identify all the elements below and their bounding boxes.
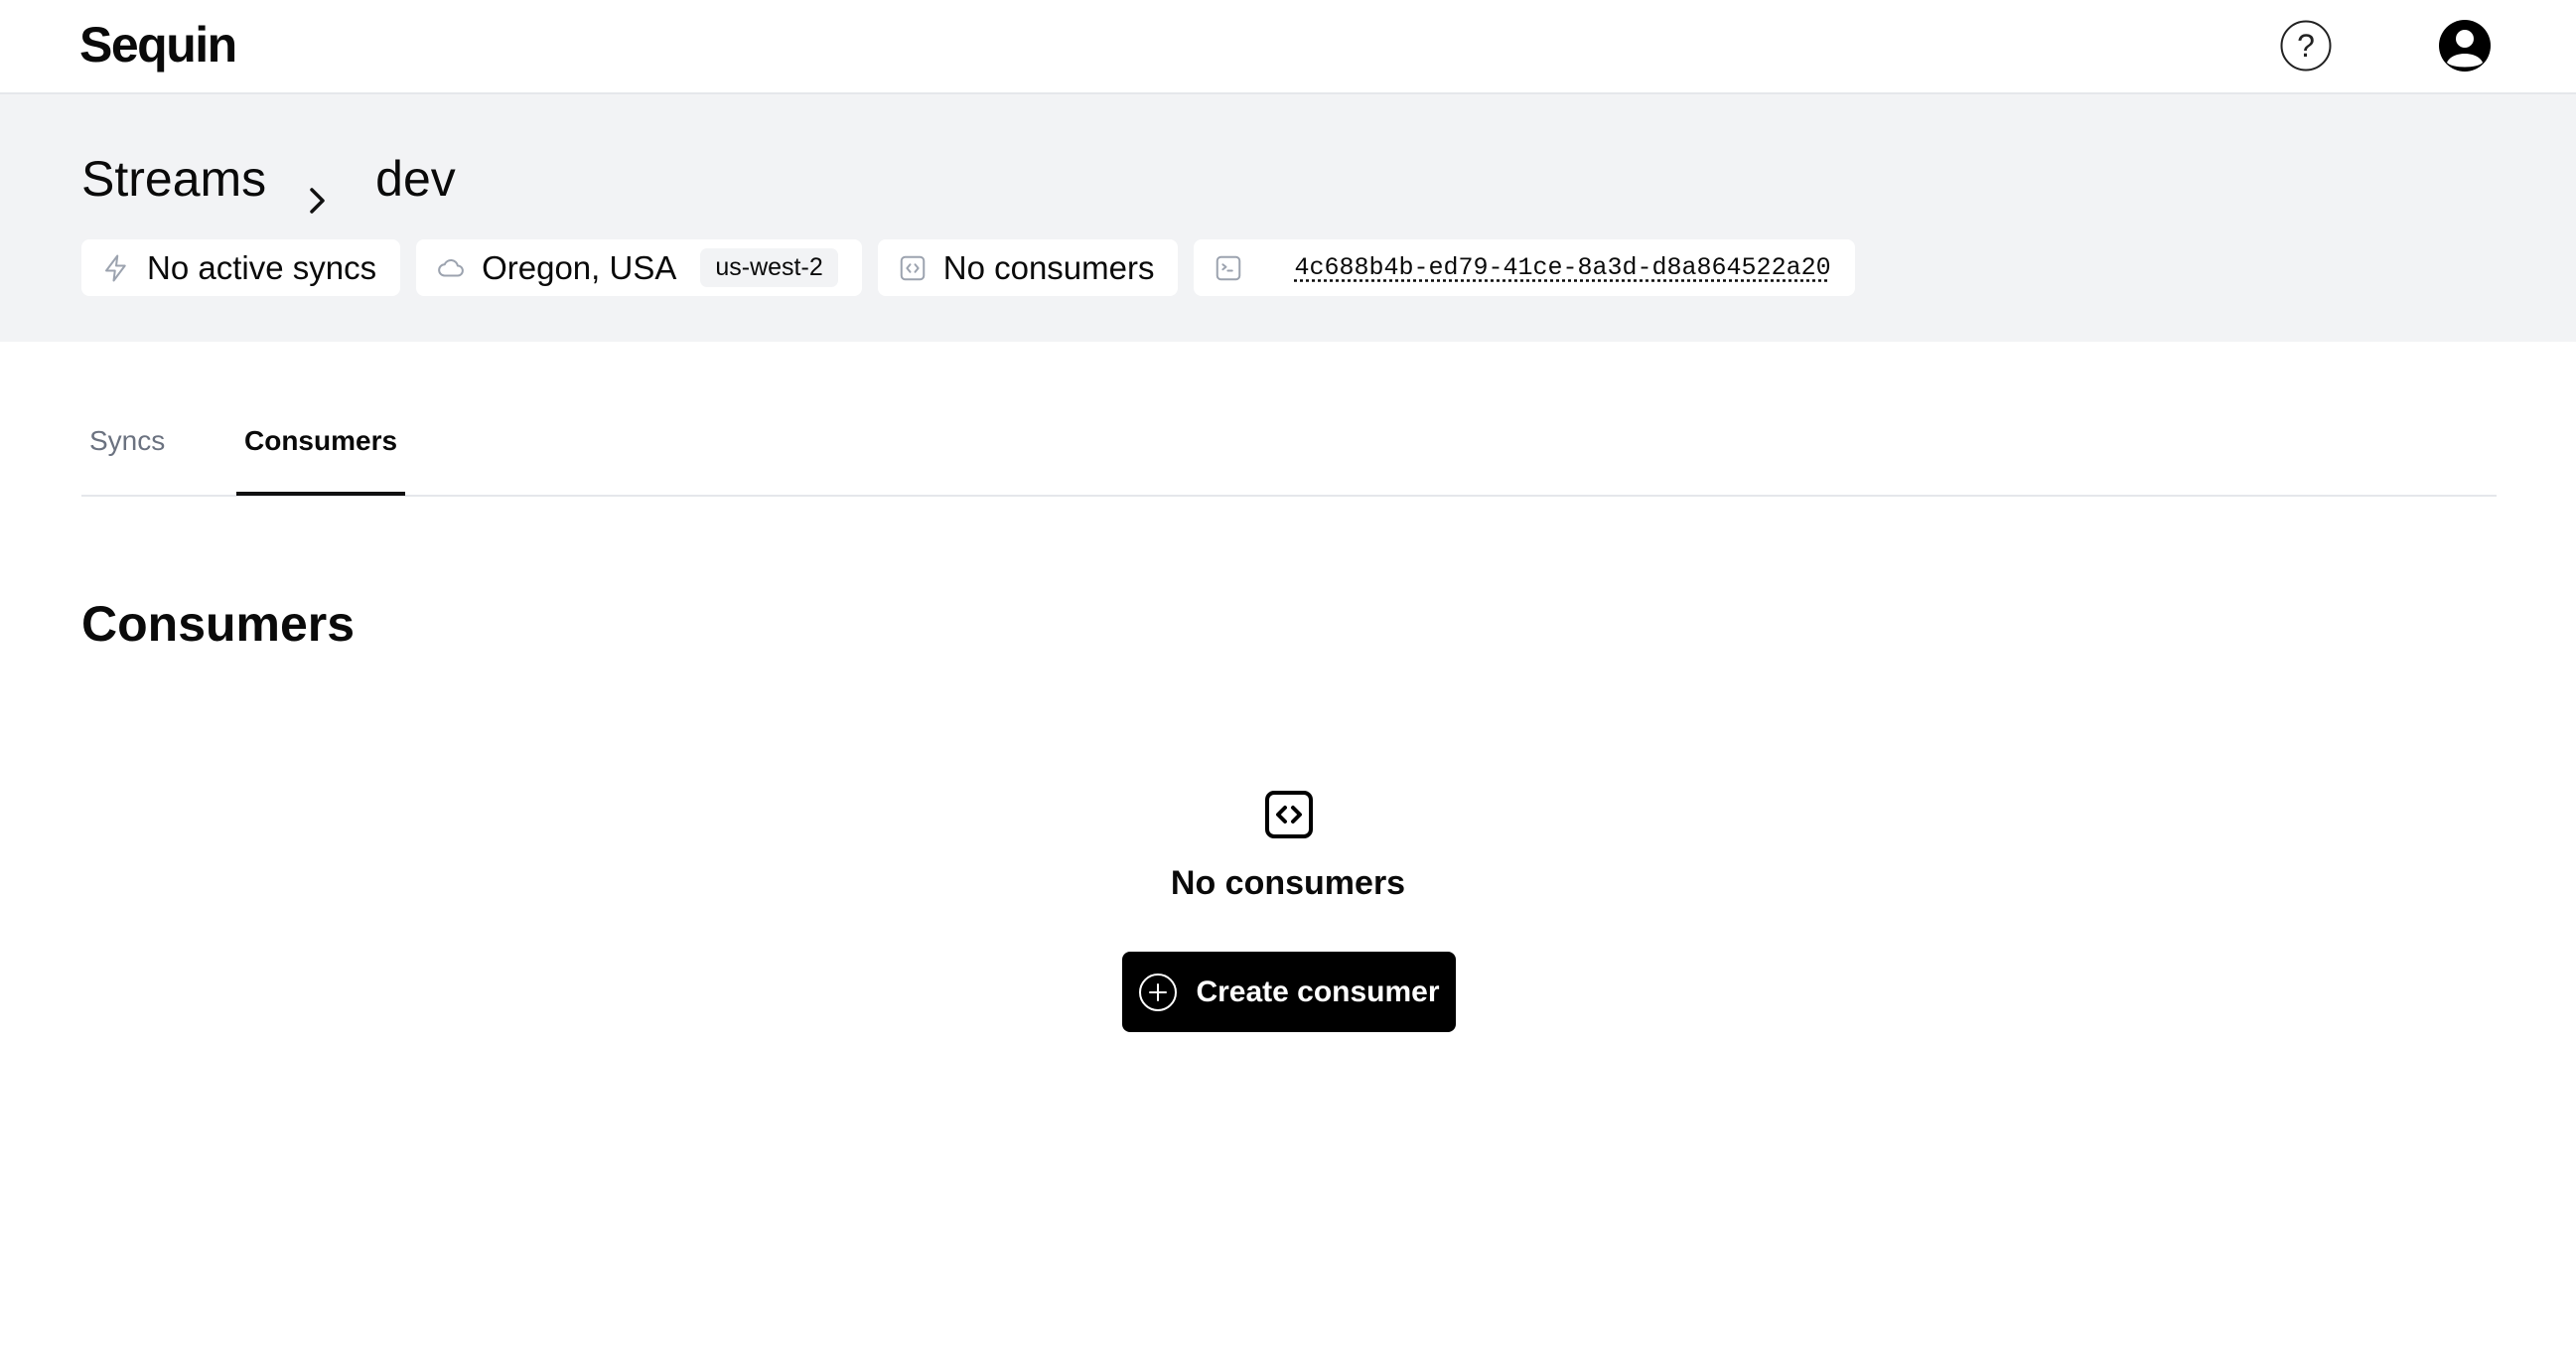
stream-meta-chips: No active syncs Oregon, USA us-west-2 No… — [81, 239, 1855, 296]
plus-circle-icon — [1138, 973, 1178, 1012]
help-icon[interactable]: ? — [2279, 19, 2333, 73]
consumers-status-label: No consumers — [942, 248, 1155, 286]
create-consumer-label: Create consumer — [1196, 974, 1440, 1008]
tab-consumers[interactable]: Consumers — [244, 423, 397, 459]
region-label: Oregon, USA — [482, 248, 677, 286]
code-square-icon — [898, 253, 928, 283]
sequin-logo[interactable]: Sequin — [79, 14, 237, 75]
chevron-right-icon — [302, 164, 332, 214]
section-title: Consumers — [81, 596, 356, 652]
stream-tabs: Syncs Consumers — [81, 374, 2497, 497]
tab-syncs[interactable]: Syncs — [89, 423, 165, 459]
connection-id-chip: 4c688b4b-ed79-41ce-8a3d-d8a864522a20 — [1194, 239, 1855, 296]
terminal-square-icon — [1214, 253, 1243, 283]
consumers-status-chip: No consumers — [877, 239, 1179, 296]
syncs-status-label: No active syncs — [147, 248, 377, 286]
region-code-badge: us-west-2 — [700, 248, 838, 287]
svg-text:?: ? — [2297, 28, 2315, 64]
user-avatar-icon[interactable] — [2438, 19, 2492, 73]
breadcrumb: Streams dev — [81, 144, 456, 214]
active-tab-indicator — [236, 492, 405, 496]
breadcrumb-streams-link[interactable]: Streams — [81, 144, 266, 214]
breadcrumb-current: dev — [375, 151, 456, 207]
zap-icon — [101, 253, 131, 283]
cloud-icon — [436, 253, 466, 283]
syncs-status-chip: No active syncs — [81, 239, 401, 296]
code-square-icon — [1264, 790, 1314, 839]
connection-id-link[interactable]: 4c688b4b-ed79-41ce-8a3d-d8a864522a20 — [1294, 253, 1830, 282]
create-consumer-button[interactable]: Create consumer — [1122, 952, 1456, 1032]
region-chip: Oregon, USA us-west-2 — [416, 239, 862, 296]
top-navbar: Sequin ? — [0, 0, 2576, 94]
stream-header: Streams dev No active syncs Oregon, USA … — [0, 94, 2576, 342]
empty-state-title: No consumers — [1170, 864, 1406, 902]
